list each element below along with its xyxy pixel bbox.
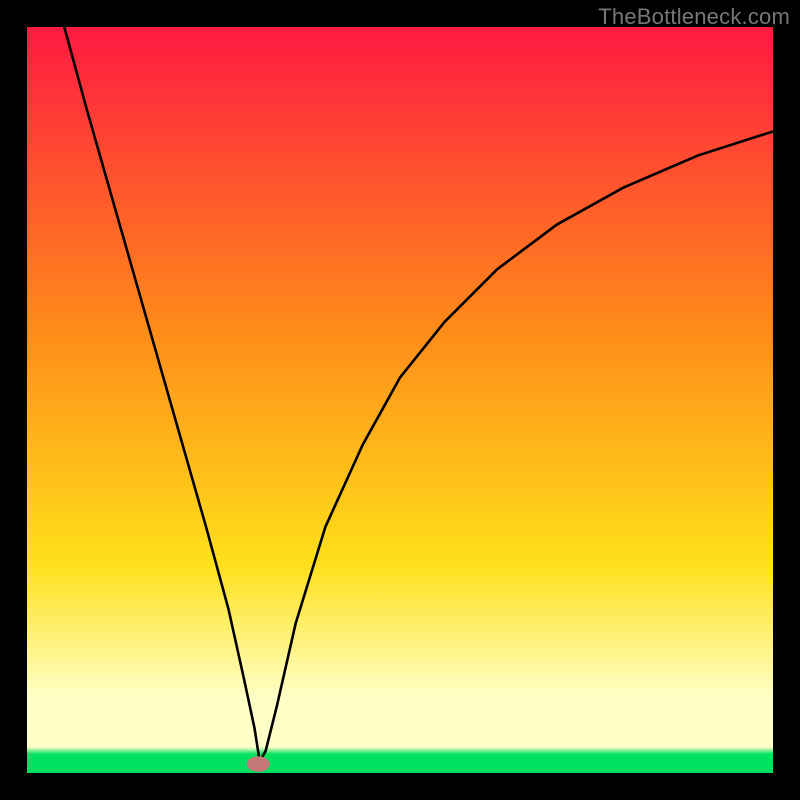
watermark-text: TheBottleneck.com — [598, 4, 790, 30]
chart-frame: TheBottleneck.com — [0, 0, 800, 800]
chart-svg — [27, 27, 773, 773]
gradient-background — [27, 27, 773, 773]
plot-area — [27, 27, 773, 773]
optimal-point-marker — [247, 756, 270, 772]
